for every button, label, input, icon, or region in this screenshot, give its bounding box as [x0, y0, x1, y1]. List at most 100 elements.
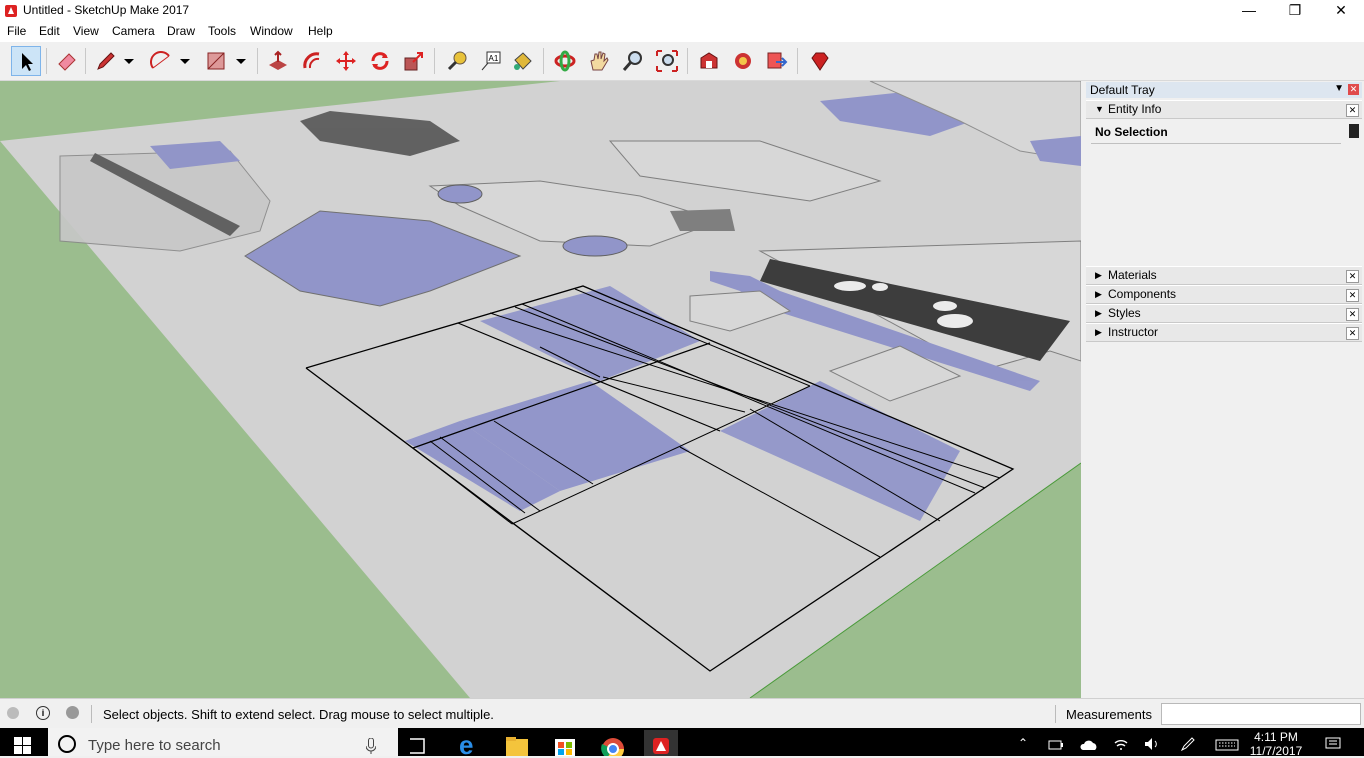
orbit-tool-button[interactable] — [550, 46, 580, 76]
instructor-close-button[interactable]: ✕ — [1346, 327, 1359, 340]
extension-icon — [735, 53, 751, 69]
tray-title: Default Tray — [1090, 83, 1155, 97]
keyboard-icon[interactable] — [1215, 739, 1239, 751]
show-hidden-icons-icon[interactable]: ⌃ — [1018, 736, 1028, 750]
menu-file[interactable]: File — [7, 24, 26, 38]
expand-arrow-icon: ▶ — [1095, 308, 1102, 318]
battery-icon[interactable] — [1048, 739, 1064, 751]
scale-tool-button[interactable] — [399, 46, 429, 76]
geo-location-icon[interactable] — [7, 707, 19, 719]
restore-button[interactable]: ❐ — [1272, 0, 1318, 22]
taskbar-search-box[interactable]: Type here to search — [48, 728, 398, 756]
dropdown-arrow-icon — [236, 59, 246, 64]
windows-start-icon[interactable] — [14, 737, 32, 755]
file-explorer-icon[interactable] — [500, 730, 534, 756]
status-separator — [1055, 705, 1056, 723]
toolbar-separator — [46, 48, 47, 74]
expand-arrow-icon: ▶ — [1095, 289, 1102, 299]
menu-draw[interactable]: Draw — [167, 24, 195, 38]
svg-text:e: e — [459, 730, 473, 756]
wifi-icon[interactable] — [1113, 737, 1129, 751]
menu-camera[interactable]: Camera — [112, 24, 155, 38]
materials-close-button[interactable]: ✕ — [1346, 270, 1359, 283]
push-pull-tool-button[interactable] — [263, 46, 293, 76]
instructor-header[interactable]: ▶ Instructor ✕ — [1086, 323, 1362, 342]
components-close-button[interactable]: ✕ — [1346, 289, 1359, 302]
minimize-button[interactable]: — — [1226, 0, 1272, 22]
materials-label: Materials — [1108, 268, 1157, 282]
edge-browser-icon[interactable]: e — [452, 730, 486, 756]
components-header[interactable]: ▶ Components ✕ — [1086, 285, 1362, 304]
chrome-icon[interactable] — [596, 730, 630, 756]
zoom-extents-tool-button[interactable] — [652, 46, 682, 76]
tape-measure-icon — [447, 51, 467, 71]
3d-warehouse-button[interactable] — [694, 46, 724, 76]
measurements-label: Measurements — [1066, 707, 1152, 722]
pencil-tool-button[interactable] — [90, 46, 120, 76]
toggle-details-icon[interactable] — [1349, 124, 1359, 138]
rotate-tool-button[interactable] — [365, 46, 395, 76]
extension-warehouse-button[interactable] — [728, 46, 758, 76]
model-scene — [0, 81, 1081, 698]
windows-taskbar: Type here to search e ⌃ 4:11 PM 11/7/201… — [0, 728, 1364, 758]
microphone-icon[interactable] — [366, 738, 376, 754]
toolbar-separator — [85, 48, 86, 74]
arc-dropdown-button[interactable] — [176, 46, 192, 76]
action-center-icon[interactable] — [1325, 737, 1341, 751]
status-bar: i Select objects. Shift to extend select… — [0, 698, 1364, 729]
entity-info-close-button[interactable]: ✕ — [1346, 104, 1359, 117]
close-button[interactable]: ✕ — [1318, 0, 1364, 22]
styles-close-button[interactable]: ✕ — [1346, 308, 1359, 321]
menu-tools[interactable]: Tools — [208, 24, 236, 38]
move-tool-button[interactable] — [331, 46, 361, 76]
styles-label: Styles — [1108, 306, 1141, 320]
volume-icon[interactable] — [1144, 737, 1160, 751]
rectangle-tool-button[interactable] — [201, 46, 231, 76]
onedrive-icon[interactable] — [1080, 739, 1098, 751]
menu-view[interactable]: View — [73, 24, 99, 38]
pin-icon[interactable]: ▼ — [1334, 83, 1344, 94]
user-account-icon[interactable] — [66, 706, 79, 719]
rotate-icon — [371, 52, 389, 70]
instructor-label: Instructor — [1108, 325, 1159, 339]
rectangle-icon — [207, 52, 225, 70]
default-tray: Default Tray ▼ ✕ ▼ Entity Info ✕ No Sele… — [1084, 81, 1364, 698]
sketchup-logo-icon — [5, 5, 17, 17]
selection-status: No Selection — [1095, 125, 1168, 139]
menu-help[interactable]: Help — [308, 24, 333, 38]
svg-text:A1: A1 — [489, 54, 499, 63]
styles-header[interactable]: ▶ Styles ✕ — [1086, 304, 1362, 323]
select-tool-button[interactable] — [11, 46, 41, 76]
model-viewport[interactable] — [0, 81, 1081, 698]
taskbar-clock[interactable]: 4:11 PM 11/7/2017 — [1246, 730, 1306, 758]
tray-close-button[interactable]: ✕ — [1348, 84, 1359, 95]
cortana-icon — [58, 735, 76, 753]
info-icon[interactable]: i — [36, 706, 50, 720]
zoom-tool-button[interactable] — [618, 46, 648, 76]
ruby-console-button[interactable] — [805, 46, 835, 76]
toolbar-separator — [543, 48, 544, 74]
shapes-dropdown-button[interactable] — [232, 46, 248, 76]
entity-info-body: No Selection — [1086, 119, 1362, 267]
expand-arrow-icon: ▶ — [1095, 270, 1102, 280]
line-dropdown-button[interactable] — [120, 46, 136, 76]
offset-tool-button[interactable] — [297, 46, 327, 76]
eraser-tool-button[interactable] — [52, 46, 82, 76]
store-icon[interactable] — [548, 730, 582, 756]
paint-bucket-tool-button[interactable] — [507, 46, 537, 76]
measurements-input[interactable] — [1161, 703, 1361, 725]
materials-header[interactable]: ▶ Materials ✕ — [1086, 266, 1362, 285]
pan-tool-button[interactable] — [584, 46, 614, 76]
entity-info-header[interactable]: ▼ Entity Info ✕ — [1086, 100, 1362, 119]
sketchup-taskbar-icon[interactable] — [644, 730, 678, 756]
menu-edit[interactable]: Edit — [39, 24, 60, 38]
arc-tool-button[interactable] — [146, 46, 176, 76]
menu-window[interactable]: Window — [250, 24, 293, 38]
pen-ink-icon[interactable] — [1180, 736, 1196, 752]
clock-time: 4:11 PM — [1254, 730, 1298, 744]
task-view-icon[interactable] — [400, 730, 434, 756]
tape-measure-tool-button[interactable] — [442, 46, 472, 76]
text-tool-button[interactable]: A1 — [476, 46, 506, 76]
send-to-layout-button[interactable] — [762, 46, 792, 76]
select-icon — [22, 53, 33, 71]
